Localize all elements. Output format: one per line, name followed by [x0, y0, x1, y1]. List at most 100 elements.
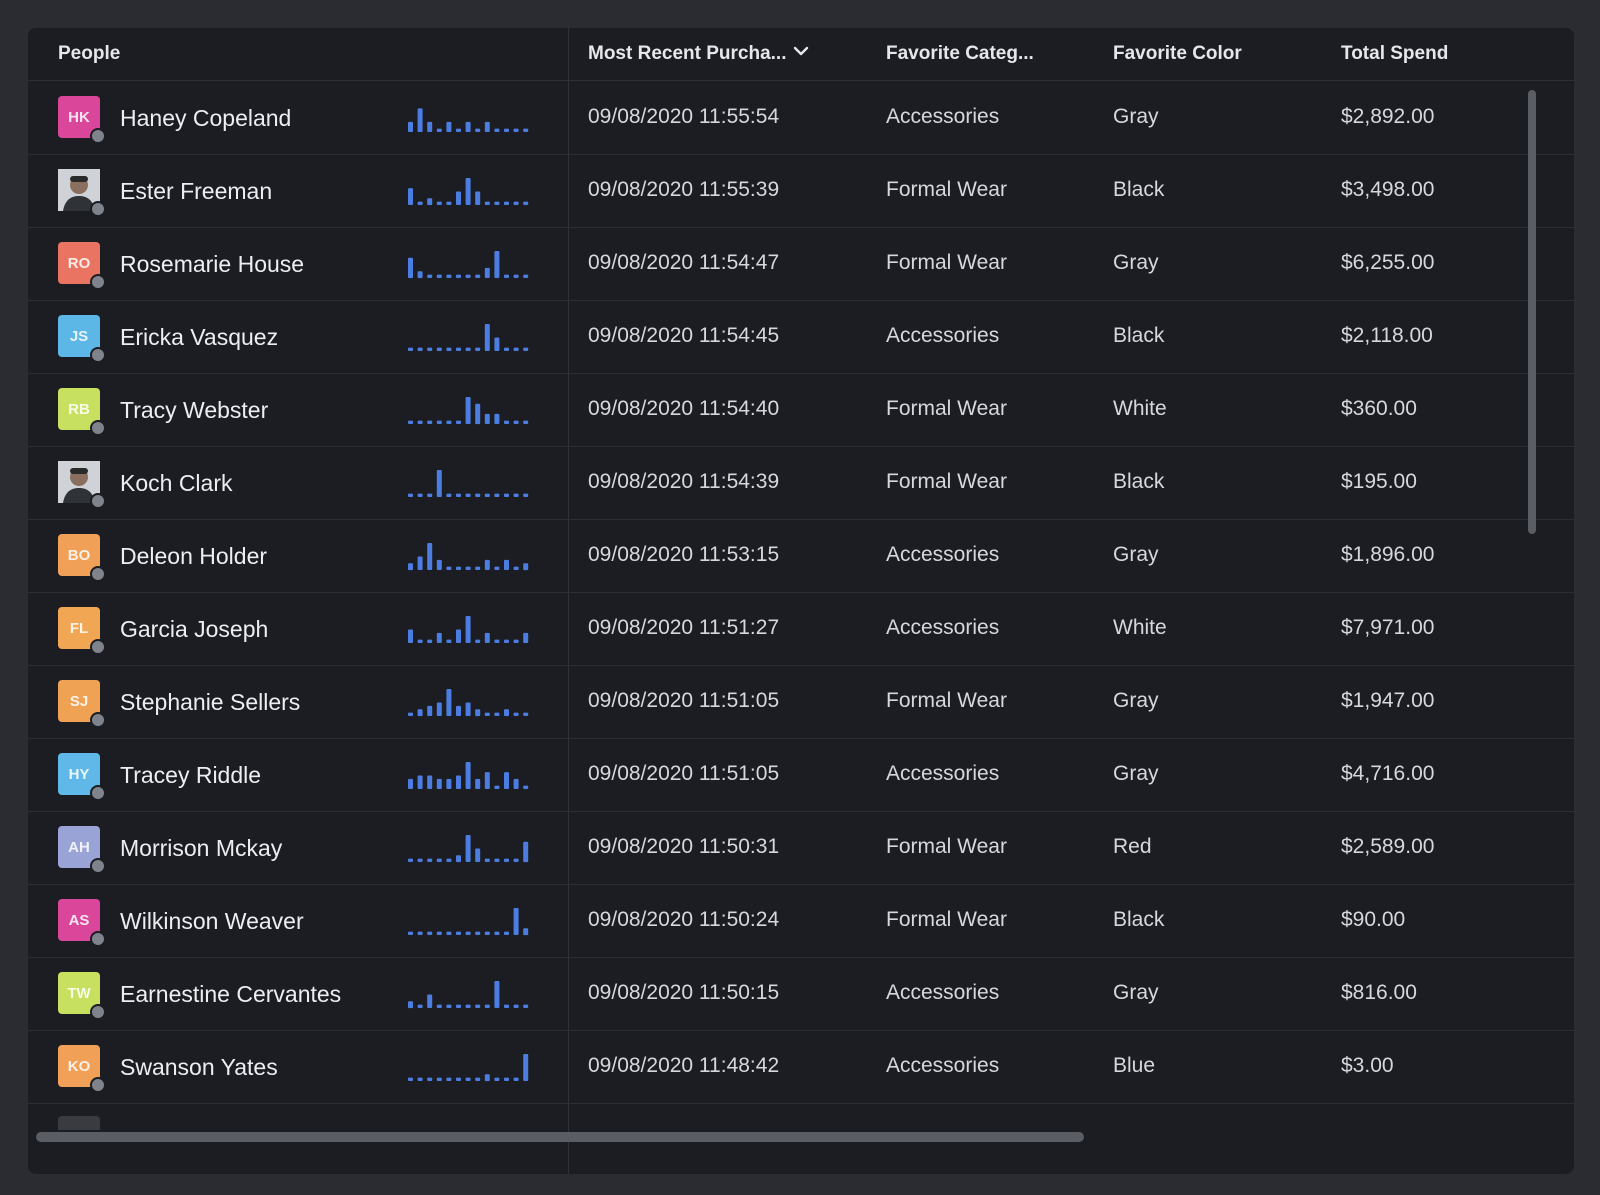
cell-favorite-color[interactable]: Gray — [1113, 227, 1159, 301]
cell-favorite-color[interactable]: Gray — [1113, 519, 1159, 593]
cell-favorite-category[interactable]: Accessories — [886, 300, 999, 374]
avatar-photo[interactable] — [58, 169, 106, 217]
cell-total-spend[interactable]: $2,892.00 — [1341, 81, 1434, 155]
avatar[interactable]: SJ — [58, 680, 106, 728]
cell-most-recent-purchase[interactable]: 09/08/2020 11:51:05 — [588, 665, 779, 739]
cell-total-spend[interactable]: $2,118.00 — [1341, 300, 1433, 374]
table-row[interactable]: HK Haney Copeland 09/08/2020 11:55:54 Acces… — [28, 81, 1574, 155]
person-name[interactable]: Wilkinson Weaver — [120, 884, 304, 958]
avatar[interactable]: AH — [58, 826, 106, 874]
table-row[interactable]: JS Ericka Vasquez 09/08/2020 11:54:45 Acces… — [28, 300, 1574, 374]
table-row[interactable]: AH Morrison Mckay 09/08/2020 11:50:31 Forma… — [28, 811, 1574, 885]
table-row[interactable]: RB Tracy Webster 09/08/2020 11:54:40 Formal… — [28, 373, 1574, 447]
cell-favorite-category[interactable]: Accessories — [886, 519, 999, 593]
cell-favorite-category[interactable]: Formal Wear — [886, 227, 1007, 301]
column-header-favorite-color[interactable]: Favorite Color — [1113, 28, 1242, 80]
avatar-photo[interactable] — [58, 461, 106, 509]
avatar[interactable]: KO — [58, 1045, 106, 1093]
cell-most-recent-purchase[interactable]: 09/08/2020 11:55:54 — [588, 81, 779, 155]
table-row[interactable]: KO Swanson Yates 09/08/2020 11:48:42 Access… — [28, 1030, 1574, 1104]
person-name[interactable]: Stephanie Sellers — [120, 665, 300, 739]
avatar[interactable]: TW — [58, 972, 106, 1020]
cell-favorite-category[interactable]: Accessories — [886, 81, 999, 155]
cell-total-spend[interactable]: $360.00 — [1341, 373, 1417, 447]
person-name[interactable]: Morrison Mckay — [120, 811, 282, 885]
cell-most-recent-purchase[interactable]: 09/08/2020 11:53:15 — [588, 519, 779, 593]
person-name[interactable]: Koch Clark — [120, 446, 232, 520]
avatar[interactable]: FL — [58, 607, 106, 655]
person-name[interactable]: Tracy Webster — [120, 373, 268, 447]
avatar[interactable]: RO — [58, 242, 106, 290]
table-row[interactable]: AS Wilkinson Weaver 09/08/2020 11:50:24 For… — [28, 884, 1574, 958]
cell-favorite-category[interactable]: Formal Wear — [886, 884, 1007, 958]
cell-favorite-color[interactable]: Gray — [1113, 81, 1159, 155]
chevron-down-icon[interactable] — [793, 28, 809, 78]
column-header-most-recent-purchase[interactable]: Most Recent Purcha... — [588, 28, 809, 80]
cell-total-spend[interactable]: $1,947.00 — [1341, 665, 1434, 739]
person-name[interactable]: Rosemarie House — [120, 227, 304, 301]
cell-favorite-category[interactable]: Formal Wear — [886, 665, 1007, 739]
cell-favorite-category[interactable]: Accessories — [886, 592, 999, 666]
cell-most-recent-purchase[interactable]: 09/08/2020 11:51:27 — [588, 592, 779, 666]
avatar[interactable]: BO — [58, 534, 106, 582]
cell-favorite-color[interactable]: Gray — [1113, 738, 1159, 812]
cell-favorite-category[interactable]: Formal Wear — [886, 154, 1007, 228]
cell-total-spend[interactable]: $6,255.00 — [1341, 227, 1434, 301]
cell-total-spend[interactable]: $90.00 — [1341, 884, 1405, 958]
column-header-people[interactable]: People — [58, 28, 120, 80]
table-row[interactable]: RO Rosemarie House 09/08/2020 11:54:47 Form… — [28, 227, 1574, 301]
table-row[interactable]: Ester Freeman 09/08/2020 11:55:39 Formal W… — [28, 154, 1574, 228]
cell-favorite-category[interactable]: Formal Wear — [886, 446, 1007, 520]
cell-favorite-color[interactable]: Black — [1113, 300, 1164, 374]
table-row[interactable]: FL Garcia Joseph 09/08/2020 11:51:27 Access… — [28, 592, 1574, 666]
person-name[interactable]: Ester Freeman — [120, 154, 272, 228]
table-row[interactable]: Koch Clark 09/08/2020 11:54:39 Formal Wear… — [28, 446, 1574, 520]
table-row[interactable]: TW Earnestine Cervantes 09/08/2020 11:50:1… — [28, 957, 1574, 1031]
table-row[interactable]: BO Deleon Holder 09/08/2020 11:53:15 Access… — [28, 519, 1574, 593]
cell-total-spend[interactable]: $195.00 — [1341, 446, 1417, 520]
cell-total-spend[interactable]: $816.00 — [1341, 957, 1417, 1031]
cell-most-recent-purchase[interactable]: 09/08/2020 11:55:39 — [588, 154, 779, 228]
cell-favorite-color[interactable]: White — [1113, 373, 1167, 447]
cell-total-spend[interactable]: $3.00 — [1341, 1030, 1394, 1104]
cell-favorite-color[interactable]: Gray — [1113, 957, 1159, 1031]
person-name[interactable]: Haney Copeland — [120, 81, 291, 155]
cell-favorite-color[interactable]: Black — [1113, 446, 1164, 520]
avatar[interactable]: HK — [58, 96, 106, 144]
cell-most-recent-purchase[interactable]: 09/08/2020 11:50:15 — [588, 957, 779, 1031]
cell-favorite-color[interactable]: Gray — [1113, 665, 1159, 739]
cell-most-recent-purchase[interactable]: 09/08/2020 11:54:40 — [588, 373, 779, 447]
avatar[interactable]: RB — [58, 388, 106, 436]
cell-total-spend[interactable]: $2,589.00 — [1341, 811, 1434, 885]
horizontal-scrollbar[interactable] — [36, 1132, 1084, 1142]
person-name[interactable]: Ericka Vasquez — [120, 300, 278, 374]
avatar[interactable]: HY — [58, 753, 106, 801]
table-row[interactable]: HY Tracey Riddle 09/08/2020 11:51:05 Access… — [28, 738, 1574, 812]
column-header-total-spend[interactable]: Total Spend — [1341, 28, 1448, 80]
cell-most-recent-purchase[interactable]: 09/08/2020 11:50:31 — [588, 811, 779, 885]
cell-favorite-color[interactable]: Black — [1113, 154, 1164, 228]
cell-favorite-category[interactable]: Formal Wear — [886, 811, 1007, 885]
cell-most-recent-purchase[interactable]: 09/08/2020 11:50:24 — [588, 884, 779, 958]
cell-favorite-category[interactable]: Accessories — [886, 738, 999, 812]
person-name[interactable]: Deleon Holder — [120, 519, 267, 593]
avatar[interactable]: AS — [58, 899, 106, 947]
cell-total-spend[interactable]: $7,971.00 — [1341, 592, 1434, 666]
cell-total-spend[interactable]: $3,498.00 — [1341, 154, 1434, 228]
person-name[interactable]: Tracey Riddle — [120, 738, 261, 812]
vertical-scrollbar[interactable] — [1528, 90, 1536, 534]
cell-most-recent-purchase[interactable]: 09/08/2020 11:48:42 — [588, 1030, 779, 1104]
cell-favorite-color[interactable]: Red — [1113, 811, 1152, 885]
cell-total-spend[interactable]: $4,716.00 — [1341, 738, 1434, 812]
cell-favorite-category[interactable]: Accessories — [886, 1030, 999, 1104]
cell-most-recent-purchase[interactable]: 09/08/2020 11:54:45 — [588, 300, 779, 374]
table-row[interactable]: SJ Stephanie Sellers 09/08/2020 11:51:05 Fo… — [28, 665, 1574, 739]
cell-most-recent-purchase[interactable]: 09/08/2020 11:51:05 — [588, 738, 779, 812]
cell-most-recent-purchase[interactable]: 09/08/2020 11:54:39 — [588, 446, 779, 520]
cell-most-recent-purchase[interactable]: 09/08/2020 11:54:47 — [588, 227, 779, 301]
person-name[interactable]: Earnestine Cervantes — [120, 957, 341, 1031]
cell-total-spend[interactable]: $1,896.00 — [1341, 519, 1434, 593]
person-name[interactable]: Garcia Joseph — [120, 592, 268, 666]
avatar[interactable]: JS — [58, 315, 106, 363]
cell-favorite-color[interactable]: Blue — [1113, 1030, 1155, 1104]
